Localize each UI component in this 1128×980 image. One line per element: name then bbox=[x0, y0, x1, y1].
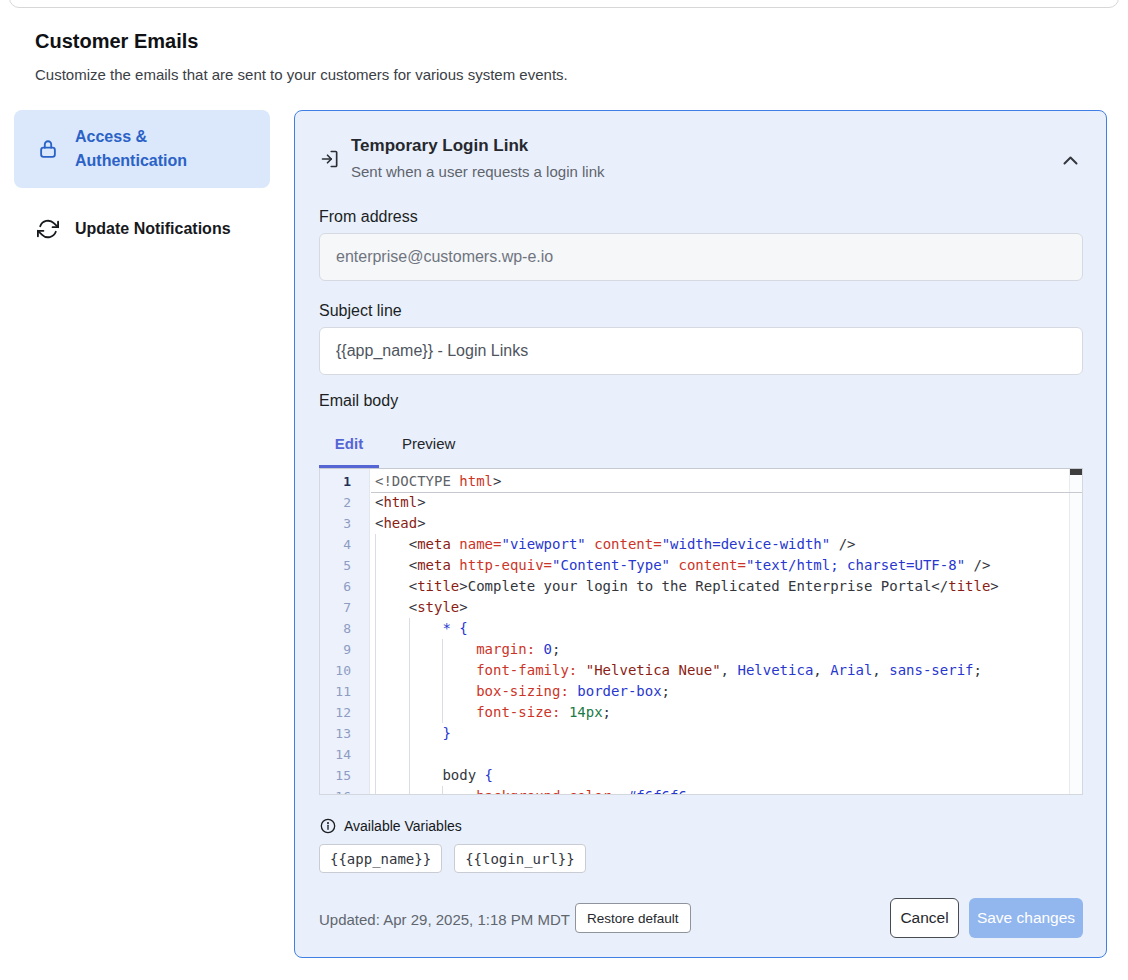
line-number: 11 bbox=[320, 681, 369, 702]
editor-tabs: Edit Preview bbox=[319, 435, 455, 465]
indent-guide bbox=[375, 534, 376, 794]
restore-default-button[interactable]: Restore default bbox=[575, 903, 691, 933]
line-number: 15 bbox=[320, 765, 369, 786]
log-in-icon bbox=[320, 149, 340, 169]
code-line[interactable]: <title>Complete your login to the Replic… bbox=[375, 576, 1069, 597]
active-tab-indicator bbox=[319, 465, 379, 468]
code-editor[interactable]: 12345678910111213141516 <!DOCTYPE html><… bbox=[319, 468, 1083, 795]
line-number: 4 bbox=[320, 534, 369, 555]
line-number: 8 bbox=[320, 618, 369, 639]
code-line[interactable]: margin: 0; bbox=[375, 639, 1069, 660]
code-line[interactable]: background-color: #f6f6f6; bbox=[375, 786, 1069, 794]
sidebar-item-update-notifications[interactable]: Update Notifications bbox=[14, 205, 270, 253]
subject-line-input[interactable] bbox=[319, 327, 1083, 375]
editor-scrollbar-thumb[interactable] bbox=[1070, 469, 1082, 475]
line-number: 2 bbox=[320, 492, 369, 513]
sidebar-item-access-authentication[interactable]: Access & Authentication bbox=[14, 110, 270, 188]
tab-edit[interactable]: Edit bbox=[319, 435, 379, 465]
variable-chip[interactable]: {{login_url}} bbox=[454, 844, 586, 873]
save-changes-button[interactable]: Save changes bbox=[969, 898, 1083, 938]
subject-line-label: Subject line bbox=[319, 302, 402, 320]
email-body-label: Email body bbox=[319, 392, 398, 410]
page: Customer Emails Customize the emails tha… bbox=[0, 0, 1128, 980]
variable-chip[interactable]: {{app_name}} bbox=[319, 844, 442, 873]
line-number: 13 bbox=[320, 723, 369, 744]
available-variables-label: Available Variables bbox=[344, 818, 462, 834]
indent-guide bbox=[442, 786, 443, 794]
lock-icon bbox=[36, 137, 60, 161]
from-address-label: From address bbox=[319, 208, 418, 226]
page-subtitle: Customize the emails that are sent to yo… bbox=[35, 66, 568, 83]
code-line[interactable]: <style> bbox=[375, 597, 1069, 618]
cancel-button[interactable]: Cancel bbox=[890, 898, 959, 938]
line-number: 3 bbox=[320, 513, 369, 534]
sidebar: Access & Authentication Update Notificat… bbox=[14, 110, 270, 253]
email-settings-card: Temporary Login Link Sent when a user re… bbox=[294, 110, 1107, 958]
active-line-border bbox=[371, 492, 1082, 493]
page-title: Customer Emails bbox=[35, 30, 198, 53]
code-line[interactable]: * { bbox=[375, 618, 1069, 639]
editor-line-numbers: 12345678910111213141516 bbox=[320, 469, 370, 794]
line-number: 1 bbox=[320, 471, 369, 492]
from-address-input[interactable] bbox=[319, 233, 1083, 281]
editor-scrollbar[interactable] bbox=[1069, 469, 1082, 794]
card-title: Temporary Login Link bbox=[351, 136, 528, 156]
info-icon bbox=[320, 818, 336, 834]
sidebar-item-label: Update Notifications bbox=[75, 217, 241, 241]
indent-guide bbox=[442, 639, 443, 723]
updated-timestamp: Updated: Apr 29, 2025, 1:18 PM MDT bbox=[319, 911, 570, 928]
tab-preview[interactable]: Preview bbox=[402, 435, 455, 465]
line-number: 6 bbox=[320, 576, 369, 597]
code-line[interactable]: <meta http-equiv="Content-Type" content=… bbox=[375, 555, 1069, 576]
code-line[interactable]: font-family: "Helvetica Neue", Helvetica… bbox=[375, 660, 1069, 681]
line-number: 5 bbox=[320, 555, 369, 576]
code-line[interactable]: font-size: 14px; bbox=[375, 702, 1069, 723]
line-number: 14 bbox=[320, 744, 369, 765]
variable-chips: {{app_name}} {{login_url}} bbox=[319, 844, 586, 873]
code-line[interactable]: <!DOCTYPE html> bbox=[375, 471, 1069, 492]
refresh-icon bbox=[36, 217, 60, 241]
line-number: 9 bbox=[320, 639, 369, 660]
card-subtitle: Sent when a user requests a login link bbox=[351, 163, 604, 180]
sidebar-item-label: Access & Authentication bbox=[75, 125, 270, 173]
code-line[interactable] bbox=[375, 744, 1069, 765]
chevron-up-icon[interactable] bbox=[1059, 149, 1081, 171]
code-line[interactable]: box-sizing: border-box; bbox=[375, 681, 1069, 702]
indent-guide bbox=[409, 618, 410, 794]
editor-code-lines[interactable]: <!DOCTYPE html><html><head> <meta name="… bbox=[371, 469, 1069, 794]
code-line[interactable]: <meta name="viewport" content="width=dev… bbox=[375, 534, 1069, 555]
line-number: 10 bbox=[320, 660, 369, 681]
line-number: 12 bbox=[320, 702, 369, 723]
code-line[interactable]: <head> bbox=[375, 513, 1069, 534]
code-line[interactable]: <html> bbox=[375, 492, 1069, 513]
line-number: 7 bbox=[320, 597, 369, 618]
previous-card-edge bbox=[9, 0, 1119, 8]
line-number: 16 bbox=[320, 786, 369, 795]
code-line[interactable]: } bbox=[375, 723, 1069, 744]
code-line[interactable]: body { bbox=[375, 765, 1069, 786]
